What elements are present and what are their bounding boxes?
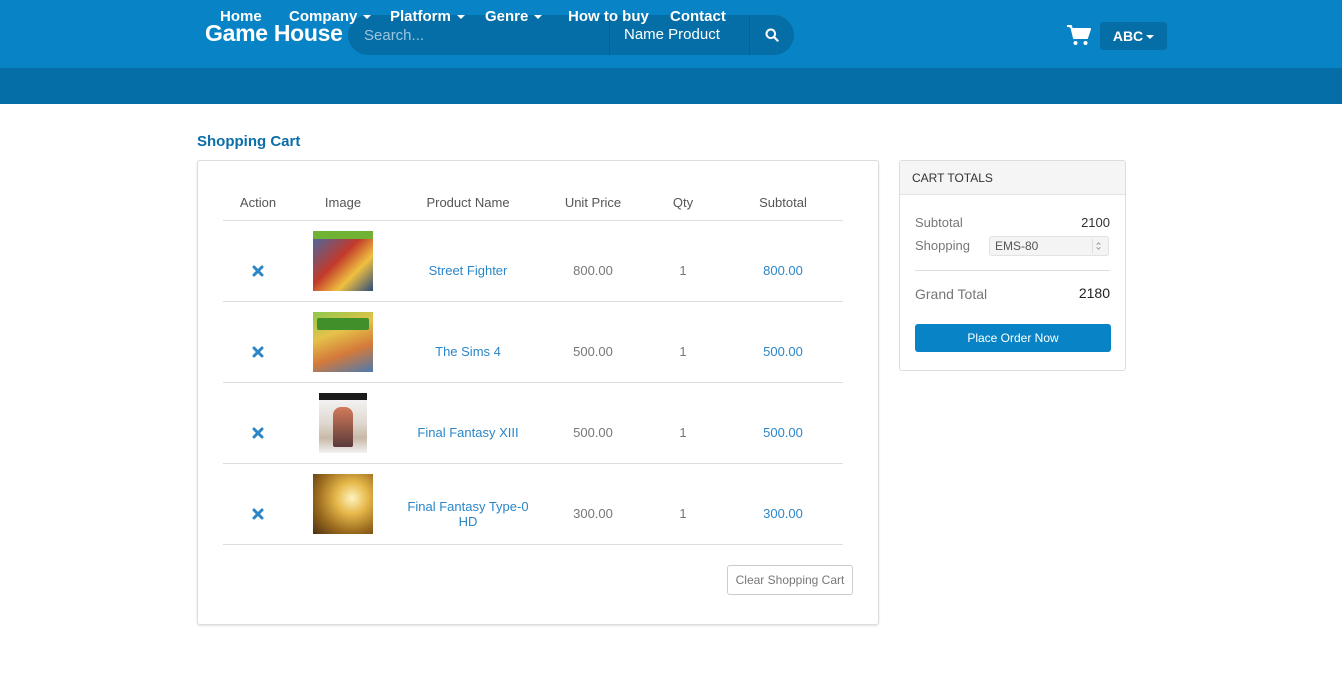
col-header-action: Action xyxy=(239,195,277,210)
nav-item-platform[interactable]: Platform xyxy=(390,0,465,36)
nav-item-contact[interactable]: Contact xyxy=(670,0,726,36)
table-divider xyxy=(223,220,843,221)
row-subtotal: 800.00 xyxy=(763,263,803,278)
product-image-street-fighter xyxy=(313,231,373,291)
cart-panel xyxy=(197,160,879,625)
shipping-label: Shopping xyxy=(915,238,970,253)
unit-price: 500.00 xyxy=(573,344,613,359)
chevron-down-icon xyxy=(534,15,543,20)
nav-item-home[interactable]: Home xyxy=(220,0,262,36)
box-art-figure xyxy=(333,407,353,447)
product-image-the-sims-4 xyxy=(313,312,373,372)
cart-icon[interactable] xyxy=(1066,24,1092,46)
product-image-final-fantasy-type-0 xyxy=(313,474,373,534)
nav-item-genre[interactable]: Genre xyxy=(485,0,543,36)
remove-item-icon[interactable] xyxy=(252,508,264,520)
main-nav xyxy=(0,68,1342,104)
user-menu-label: ABC xyxy=(1112,28,1144,44)
box-art-logo xyxy=(317,318,369,330)
qty: 1 xyxy=(679,506,687,521)
product-name-link[interactable]: Final Fantasy Type-0 HD xyxy=(398,499,538,529)
col-header-qty: Qty xyxy=(672,195,694,210)
shipping-select[interactable]: EMS-80 xyxy=(989,236,1109,256)
table-divider xyxy=(223,463,843,464)
unit-price: 300.00 xyxy=(573,506,613,521)
page-title: Shopping Cart xyxy=(197,133,301,150)
select-arrows-icon xyxy=(1092,239,1101,253)
search-icon xyxy=(765,28,779,42)
col-header-unit-price: Unit Price xyxy=(564,195,622,210)
nav-label: Platform xyxy=(390,8,451,25)
row-subtotal: 300.00 xyxy=(763,506,803,521)
totals-divider xyxy=(915,270,1110,271)
product-name-link[interactable]: Street Fighter xyxy=(398,263,538,278)
col-header-image: Image xyxy=(324,195,362,210)
user-menu-button[interactable]: ABC xyxy=(1100,22,1167,50)
nav-label: Home xyxy=(220,8,262,25)
chevron-down-icon xyxy=(363,15,372,20)
chevron-down-icon xyxy=(1146,35,1155,40)
col-header-product-name: Product Name xyxy=(426,195,510,210)
chevron-down-icon xyxy=(456,15,465,20)
grand-total-value: 2180 xyxy=(1078,285,1110,301)
subtotal-label: Subtotal xyxy=(915,215,963,230)
product-name-link[interactable]: Final Fantasy XIII xyxy=(398,425,538,440)
cart-totals-title: CART TOTALS xyxy=(900,161,1125,195)
place-order-button[interactable]: Place Order Now xyxy=(915,324,1111,352)
product-name-link[interactable]: The Sims 4 xyxy=(398,344,538,359)
table-divider xyxy=(223,382,843,383)
remove-item-icon[interactable] xyxy=(252,346,264,358)
remove-item-icon[interactable] xyxy=(252,427,264,439)
row-subtotal: 500.00 xyxy=(763,425,803,440)
nav-label: Genre xyxy=(485,8,529,25)
subtotal-value: 2100 xyxy=(1081,215,1110,230)
unit-price: 800.00 xyxy=(573,263,613,278)
table-divider xyxy=(223,544,843,545)
nav-label: Contact xyxy=(670,8,726,25)
nav-item-company[interactable]: Company xyxy=(289,0,372,36)
clear-cart-button[interactable]: Clear Shopping Cart xyxy=(727,565,853,595)
remove-item-icon[interactable] xyxy=(252,265,264,277)
nav-label: Company xyxy=(289,8,358,25)
qty: 1 xyxy=(679,344,687,359)
product-image-final-fantasy-xiii xyxy=(319,393,367,453)
nav-item-how-to-buy[interactable]: How to buy xyxy=(568,0,649,36)
grand-total-label: Grand Total xyxy=(915,286,988,302)
col-header-subtotal: Subtotal xyxy=(759,195,807,210)
box-art-banner xyxy=(313,231,373,239)
shipping-option: EMS-80 xyxy=(995,239,1039,253)
nav-label: How to buy xyxy=(568,8,649,25)
qty: 1 xyxy=(679,263,687,278)
qty: 1 xyxy=(679,425,687,440)
row-subtotal: 500.00 xyxy=(763,344,803,359)
unit-price: 500.00 xyxy=(573,425,613,440)
search-button[interactable] xyxy=(750,15,794,55)
table-divider xyxy=(223,301,843,302)
